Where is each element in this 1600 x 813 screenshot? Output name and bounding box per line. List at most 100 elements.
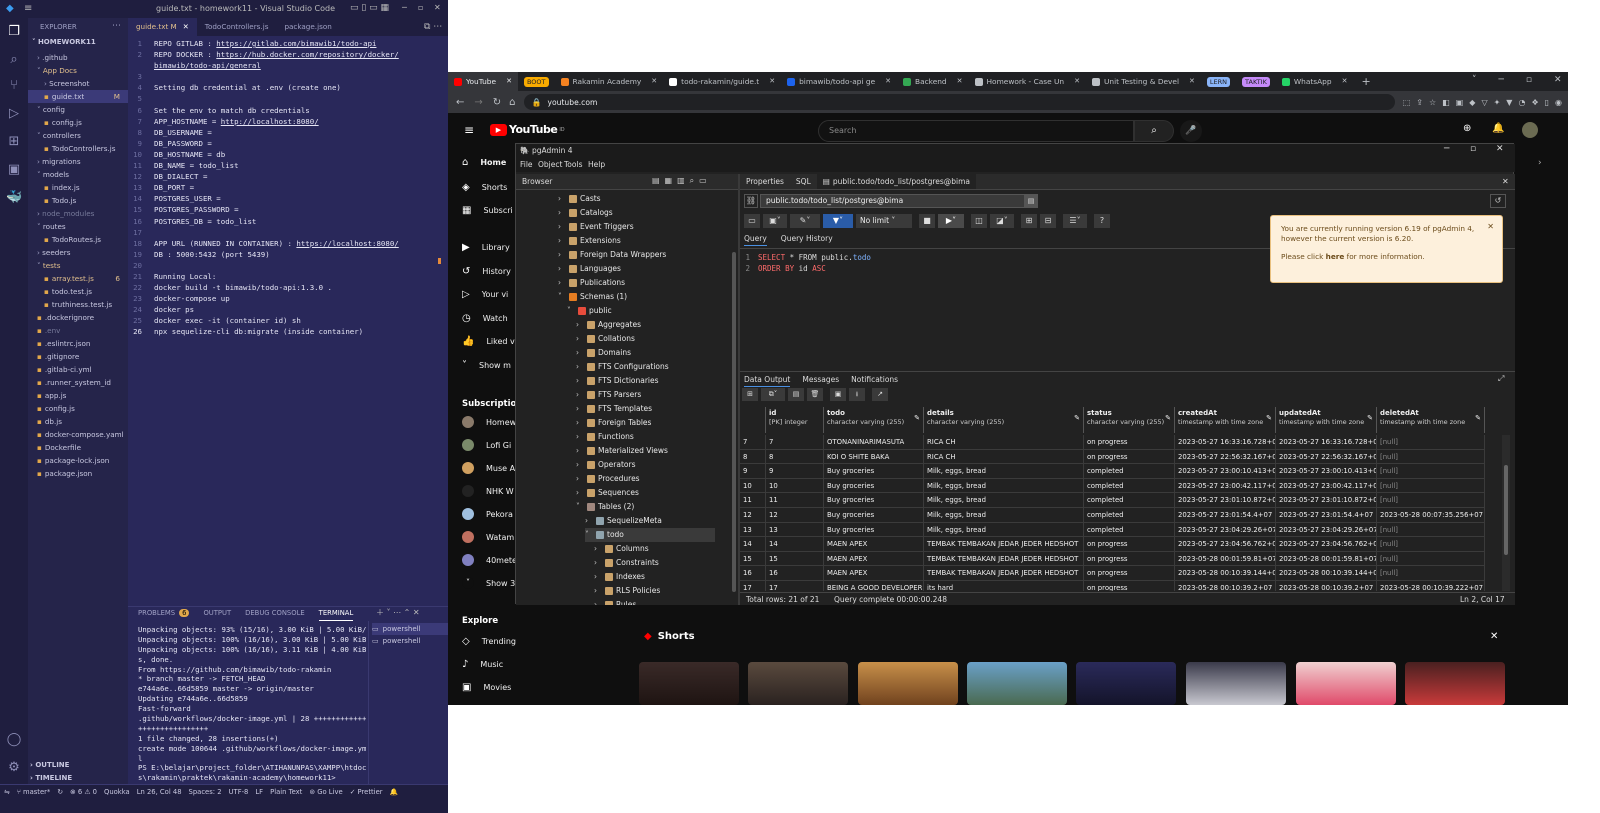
table-cell[interactable]: BEING A GOOD DEVELOPER [824, 581, 924, 591]
tree-node[interactable]: › Domains [576, 346, 631, 360]
table-cell[interactable]: TEMBAK TEMBAKAN JEDAR JEDER HEDSHOT [924, 551, 1084, 567]
table-cell[interactable]: 2023-05-27 23:01:54.4+07 [1276, 508, 1377, 523]
table-cell[interactable]: 2023-05-27 22:56:32.167+07 [1175, 449, 1276, 465]
close-icon[interactable]: ✕ [434, 3, 441, 12]
panel-tab[interactable]: Properties [740, 174, 790, 189]
row-limit-select[interactable]: No limit ˅ [856, 214, 912, 228]
expand-output-icon[interactable]: ⤢ [1498, 374, 1504, 384]
table-cell[interactable]: 7 [766, 435, 824, 450]
more-actions-icon[interactable]: ⋯ [112, 21, 121, 31]
youtube-logo[interactable]: ▶ YouTube ID [490, 123, 565, 136]
table-cell[interactable]: [null] [1377, 493, 1485, 508]
panel-tab[interactable]: PROBLEMS 6 [138, 609, 190, 621]
table-cell[interactable]: 15 [766, 551, 824, 567]
subscription-item[interactable]: Muse A [462, 462, 515, 474]
table-row[interactable]: 7 7 OTONANINARIMASUTA RICA CH on progress 202… [740, 435, 1485, 450]
search-icon[interactable]: ⌕ [6, 52, 22, 68]
column-header[interactable]: id [PK] integer [766, 407, 824, 433]
chevron-right-icon[interactable]: › [594, 584, 602, 598]
tree-node[interactable]: › RLS Policies [594, 584, 660, 598]
row-number[interactable]: 14 [740, 537, 766, 552]
indentation[interactable]: Spaces: 2 [189, 788, 222, 796]
chevron-right-icon[interactable]: › [594, 598, 602, 605]
table-row[interactable]: 14 14 MAEN APEX TEMBAK TEMBAKAN JEDAR JEDER… [740, 537, 1485, 552]
row-number[interactable]: 16 [740, 566, 766, 581]
table-row[interactable]: 13 13 Buy groceries Milk, eggs, bread comple… [740, 522, 1485, 538]
shorts-close-icon[interactable]: ✕ [1490, 631, 1498, 642]
table-row[interactable]: 11 11 Buy groceries Milk, eggs, bread comple… [740, 493, 1485, 508]
file-tree-item[interactable]: ▪ guide.txt M [28, 90, 128, 103]
table-cell[interactable]: 2023-05-27 23:00:10.413+07 [1175, 464, 1276, 479]
guide-item[interactable]: ▷ Your vi [462, 289, 508, 300]
execute-icon[interactable]: ▶˅ [938, 214, 964, 228]
file-tree-item[interactable]: ˅ models [28, 168, 128, 181]
file-tree-item[interactable]: › seeders [28, 246, 128, 259]
delete-icon[interactable]: 🗑 [807, 388, 823, 401]
tree-node[interactable]: › FTS Templates [576, 402, 652, 416]
explore-item[interactable]: ◇ Trending [462, 636, 516, 647]
table-cell[interactable]: completed [1084, 522, 1175, 538]
browser-tab[interactable]: Homework - Case Un ✕ [969, 72, 1086, 91]
workspace-root[interactable]: ˅ HOMEWORK11 [32, 38, 96, 46]
tab-close-icon[interactable]: ✕ [183, 22, 189, 31]
table-cell[interactable]: 2023-05-27 23:01:54.4+07 [1175, 508, 1276, 523]
file-tree-item[interactable]: › node_modules [28, 207, 128, 220]
file-tree-item[interactable]: ▪ package.json [28, 467, 128, 480]
file-tree-item[interactable]: › Screenshot [28, 77, 128, 90]
tree-node[interactable]: › Operators [576, 458, 635, 472]
stop-icon[interactable]: ■ [919, 214, 935, 228]
outline-section[interactable]: › OUTLINE [30, 761, 69, 769]
grid-scrollbar[interactable] [1502, 435, 1510, 591]
chevron-right-icon[interactable]: › [594, 570, 602, 584]
git-branch[interactable]: ⑂ master* [17, 788, 51, 796]
paste-icon[interactable]: ▤ [788, 388, 804, 401]
source-control-icon[interactable]: ⑂ [6, 78, 22, 94]
column-header[interactable]: status character varying (255) ✎ [1084, 407, 1175, 433]
menu-item[interactable]: File [520, 160, 533, 169]
subscription-item[interactable]: 40mete [462, 554, 517, 566]
output-tab[interactable]: Data Output [744, 375, 791, 387]
split-editor-icon[interactable]: ⧉ ⋯ [424, 22, 442, 32]
edit-column-icon[interactable]: ✎ [1266, 414, 1272, 423]
short-thumbnail[interactable] [748, 662, 848, 705]
account-icon[interactable]: ◯ [6, 732, 22, 748]
editor-tab[interactable]: TodoControllers.js [197, 18, 277, 36]
chevron-right-icon[interactable]: › [576, 430, 584, 444]
maximize-icon[interactable]: ▫ [418, 3, 423, 12]
table-cell[interactable]: KOI O SHITE BAKA [824, 449, 924, 465]
tree-node[interactable]: › Constraints [594, 556, 659, 570]
line-link[interactable]: https://gitlab.com/bimawib1/todo-api [216, 39, 376, 48]
table-cell[interactable]: 2023-05-27 23:04:29.26+07 [1175, 522, 1276, 538]
file-tree-item[interactable]: ▪ .gitlab-ci.yml [28, 363, 128, 376]
chevron-right-icon[interactable]: › [576, 318, 584, 332]
explore-item[interactable]: ▣ Movies [462, 682, 511, 693]
tree-node[interactable]: › Publications [558, 276, 625, 290]
tree-node[interactable]: ˅ Schemas (1) [558, 290, 627, 304]
file-tree-item[interactable]: ˅ controllers [28, 129, 128, 142]
table-cell[interactable]: 2023-05-27 23:00:42.117+07 [1276, 478, 1377, 494]
menu-item[interactable]: Object [538, 160, 562, 169]
problems-indicator[interactable]: ⊗ 6 ⚠ 0 [70, 788, 97, 796]
pg-close-icon[interactable]: ✕ [1496, 144, 1504, 154]
table-cell[interactable]: Milk, eggs, bread [924, 508, 1084, 523]
chip-next-icon[interactable]: › [1538, 158, 1542, 168]
table-row[interactable]: 12 12 Buy groceries Milk, eggs, bread comple… [740, 508, 1485, 523]
row-number[interactable]: 12 [740, 508, 766, 523]
edit-column-icon[interactable]: ✎ [1165, 414, 1171, 423]
table-cell[interactable]: [null] [1377, 566, 1485, 581]
table-cell[interactable]: 2023-05-27 23:00:42.117+07 [1175, 478, 1276, 494]
editor-tab[interactable]: guide.txt M ✕ [128, 18, 197, 36]
panel-tab[interactable]: OUTPUT [203, 609, 231, 621]
chevron-right-icon[interactable]: › [594, 556, 602, 570]
row-number[interactable]: 17 [740, 581, 766, 591]
short-thumbnail[interactable] [1186, 662, 1286, 705]
table-cell[interactable]: 2023-05-28 00:07:35.256+07 [1377, 508, 1485, 523]
table-cell[interactable]: on progress [1084, 435, 1175, 450]
tab-group-chip[interactable]: BOOT [523, 76, 549, 87]
chevron-down-icon[interactable]: ˅ [576, 500, 584, 514]
panel-tab[interactable]: DEBUG CONSOLE [245, 609, 305, 621]
explain-icon[interactable]: ◫ [971, 214, 987, 228]
tab-close-icon[interactable]: ✕ [1342, 72, 1348, 91]
settings-gear-icon[interactable]: ⚙ [6, 760, 22, 776]
table-cell[interactable]: Milk, eggs, bread [924, 522, 1084, 538]
